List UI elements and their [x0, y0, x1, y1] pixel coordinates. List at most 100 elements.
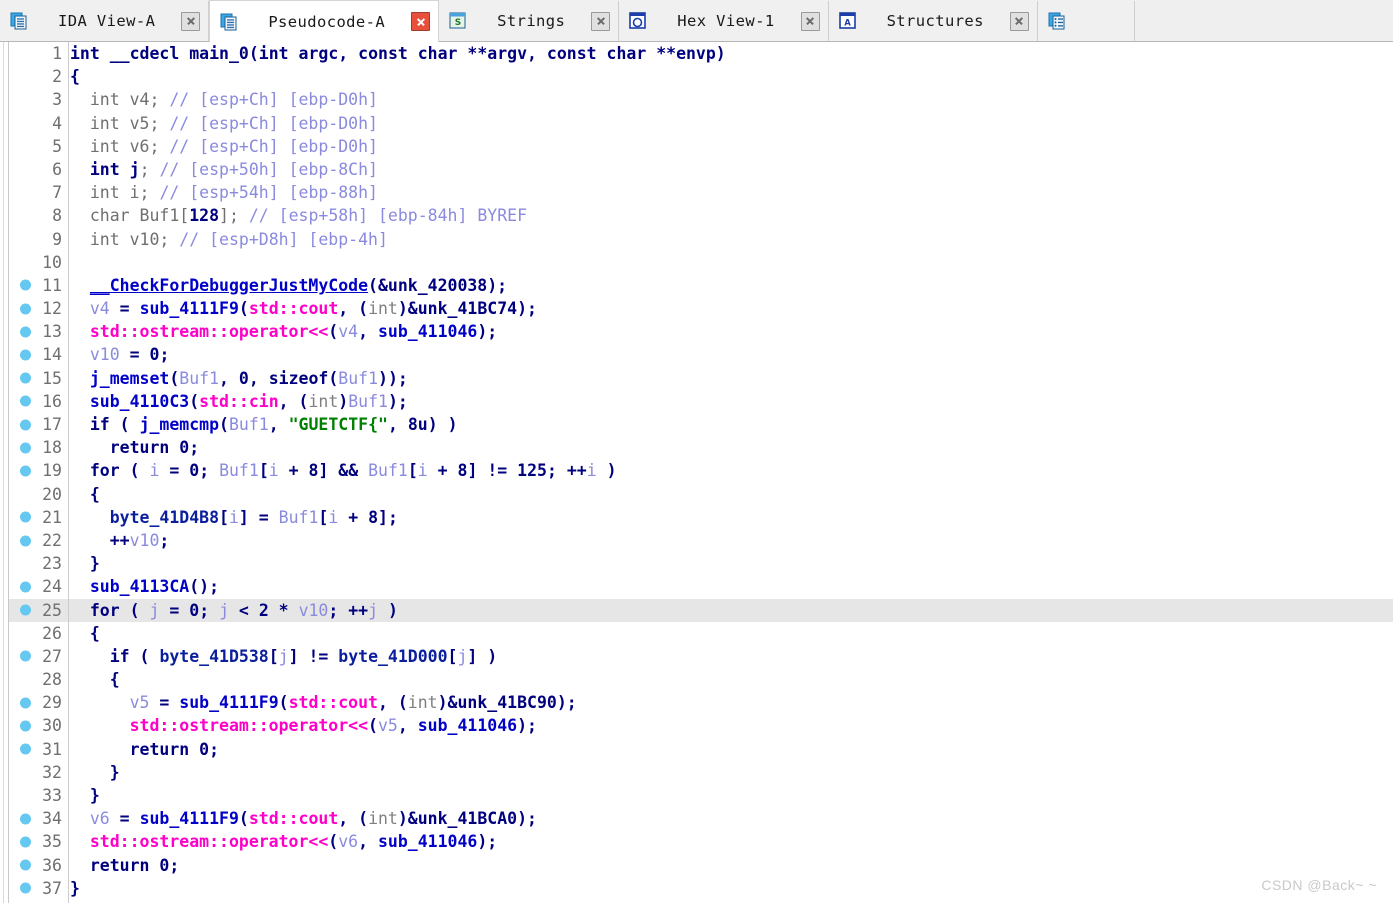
code-text: std::ostream::operator<<(v4, sub_411046)…	[89, 322, 498, 342]
line-number: 25	[42, 600, 62, 620]
code-line[interactable]: 32 }	[0, 761, 1393, 784]
code-line[interactable]: 10	[0, 251, 1393, 274]
strings-icon: S	[449, 12, 467, 30]
close-icon[interactable]	[800, 11, 820, 31]
enums-icon	[1048, 12, 1066, 30]
code-line[interactable]: 9 int v10; // [esp+D8h] [ebp-4h]	[0, 228, 1393, 251]
close-icon[interactable]	[181, 11, 201, 31]
code-line[interactable]: 18 return 0;	[0, 436, 1393, 459]
code-text: std::ostream::operator<<(v5, sub_411046)…	[129, 716, 537, 736]
code-line[interactable]: 14 v10 = 0;	[0, 343, 1393, 366]
tab-structures[interactable]: A Structures	[828, 1, 1038, 41]
code-text: v5 = sub_4111F9(std::cout, (int)&unk_41B…	[129, 693, 577, 713]
watermark: CSDN @Back~ ~	[1261, 877, 1377, 893]
code-line[interactable]: 31 return 0;	[0, 738, 1393, 761]
code-line[interactable]: 19 for ( i = 0; Buf1[i + 8] && Buf1[i + …	[0, 459, 1393, 482]
tab-ida-view-a[interactable]: IDA View-A	[0, 1, 210, 41]
code-line[interactable]: 2{	[0, 65, 1393, 88]
code-text: v4 = sub_4111F9(std::cout, (int)&unk_41B…	[89, 299, 537, 319]
line-number: 24	[42, 577, 62, 597]
tab-label: Hex View-1	[677, 12, 775, 30]
tab-strings[interactable]: S Strings	[439, 1, 620, 41]
code-text: }	[70, 762, 120, 782]
line-number: 30	[42, 716, 62, 736]
code-text: v6 = sub_4111F9(std::cout, (int)&unk_41B…	[89, 809, 537, 829]
code-line[interactable]: 30 std::ostream::operator<<(v5, sub_4110…	[0, 714, 1393, 737]
code-text: {	[70, 67, 80, 87]
line-number: 6	[52, 159, 62, 179]
line-number: 11	[42, 275, 62, 295]
code-line[interactable]: 29 v5 = sub_4111F9(std::cout, (int)&unk_…	[0, 691, 1393, 714]
code-text: {	[70, 484, 100, 504]
close-icon[interactable]	[411, 12, 431, 31]
editor-left-margin	[0, 42, 9, 903]
line-number: 20	[42, 484, 62, 504]
line-number: 35	[42, 832, 62, 852]
code-line[interactable]: 24 sub_4113CA();	[0, 575, 1393, 598]
code-line[interactable]: 34 v6 = sub_4111F9(std::cout, (int)&unk_…	[0, 807, 1393, 830]
code-text: ++v10;	[70, 530, 170, 550]
code-line[interactable]: 26 {	[0, 622, 1393, 645]
code-line[interactable]: 28 {	[0, 668, 1393, 691]
code-line[interactable]: 1 int __cdecl main_0(int argc, const char…	[0, 42, 1393, 65]
line-number: 7	[52, 183, 62, 203]
code-line[interactable]: 22 ++v10;	[0, 529, 1393, 552]
close-icon[interactable]	[1009, 11, 1029, 31]
line-number: 3	[52, 90, 62, 110]
code-line[interactable]: 5 int v6; // [esp+Ch] [ebp-D0h]	[0, 135, 1393, 158]
code-line[interactable]: 6 int j; // [esp+50h] [ebp-8Ch]	[0, 158, 1393, 181]
document-icon	[10, 12, 28, 30]
line-number: 21	[42, 507, 62, 527]
code-text: j_memset(Buf1, 0, sizeof(Buf1));	[89, 368, 408, 388]
document-icon	[220, 13, 238, 31]
close-icon[interactable]	[591, 11, 611, 31]
line-number: 29	[42, 693, 62, 713]
code-text: int i; // [esp+54h] [ebp-88h]	[89, 183, 378, 203]
code-line[interactable]: 35 std::ostream::operator<<(v6, sub_4110…	[0, 830, 1393, 853]
code-text: for ( j = 0; j < 2 * v10; ++j )	[89, 600, 398, 620]
line-number: 15	[42, 368, 62, 388]
svg-text:A: A	[844, 19, 851, 29]
code-line[interactable]: 27 if ( byte_41D538[j] != byte_41D000[j]…	[0, 645, 1393, 668]
code-line[interactable]: 23 }	[0, 552, 1393, 575]
code-text: for ( i = 0; Buf1[i + 8] && Buf1[i + 8] …	[89, 461, 617, 481]
code-line[interactable]: 13 std::ostream::operator<<(v4, sub_4110…	[0, 320, 1393, 343]
code-text: {	[70, 670, 120, 690]
code-text: return 0;	[129, 739, 220, 759]
code-line[interactable]: 17 if ( j_memcmp(Buf1, "GUETCTF{", 8u) )	[0, 413, 1393, 436]
line-number: 27	[42, 646, 62, 666]
code-line[interactable]: 36 return 0;	[0, 854, 1393, 877]
line-number: 23	[42, 554, 62, 574]
code-text: int j; // [esp+50h] [ebp-8Ch]	[89, 159, 378, 179]
pseudocode-editor[interactable]: 1 int __cdecl main_0(int argc, const char…	[0, 42, 1393, 903]
tab-label: Structures	[886, 12, 984, 30]
code-line[interactable]: 4 int v5; // [esp+Ch] [ebp-D0h]	[0, 112, 1393, 135]
code-text: byte_41D4B8[i] = Buf1[i + 8];	[109, 507, 398, 527]
code-line[interactable]: 16 sub_4110C3(std::cin, (int)Buf1);	[0, 390, 1393, 413]
code-text: int v5; // [esp+Ch] [ebp-D0h]	[89, 113, 378, 133]
code-text: }	[70, 786, 100, 805]
tab-label: IDA View-A	[58, 12, 156, 30]
code-line[interactable]: 3 int v4; // [esp+Ch] [ebp-D0h]	[0, 88, 1393, 111]
code-line[interactable]: 25 for ( j = 0; j < 2 * v10; ++j )	[0, 598, 1393, 622]
code-line[interactable]: 11 __CheckForDebuggerJustMyCode(&unk_420…	[0, 274, 1393, 297]
line-number: 18	[42, 438, 62, 458]
code-line[interactable]: 7 int i; // [esp+54h] [ebp-88h]	[0, 181, 1393, 204]
tab-enums[interactable]	[1037, 1, 1135, 41]
code-line[interactable]: 33 }	[0, 784, 1393, 807]
code-text: }	[70, 878, 80, 898]
code-line[interactable]: 12 v4 = sub_4111F9(std::cout, (int)&unk_…	[0, 297, 1393, 320]
tab-hex-view-1[interactable]: Hex View-1	[619, 1, 829, 41]
code-line[interactable]: 20 {	[0, 483, 1393, 506]
line-number: 33	[42, 786, 62, 805]
code-line[interactable]: 15 j_memset(Buf1, 0, sizeof(Buf1));	[0, 367, 1393, 390]
hexview-icon	[629, 12, 647, 30]
code-line[interactable]: 37}	[0, 877, 1393, 900]
code-line[interactable]: 8 char Buf1[128]; // [esp+58h] [ebp-84h]…	[0, 204, 1393, 227]
code-text: sub_4110C3(std::cin, (int)Buf1);	[89, 391, 408, 411]
line-number: 12	[42, 299, 62, 319]
line-number: 9	[52, 229, 62, 249]
line-number: 1	[52, 44, 62, 63]
tab-pseudocode-a[interactable]: Pseudocode-A	[209, 0, 440, 42]
code-line[interactable]: 21 byte_41D4B8[i] = Buf1[i + 8];	[0, 506, 1393, 529]
